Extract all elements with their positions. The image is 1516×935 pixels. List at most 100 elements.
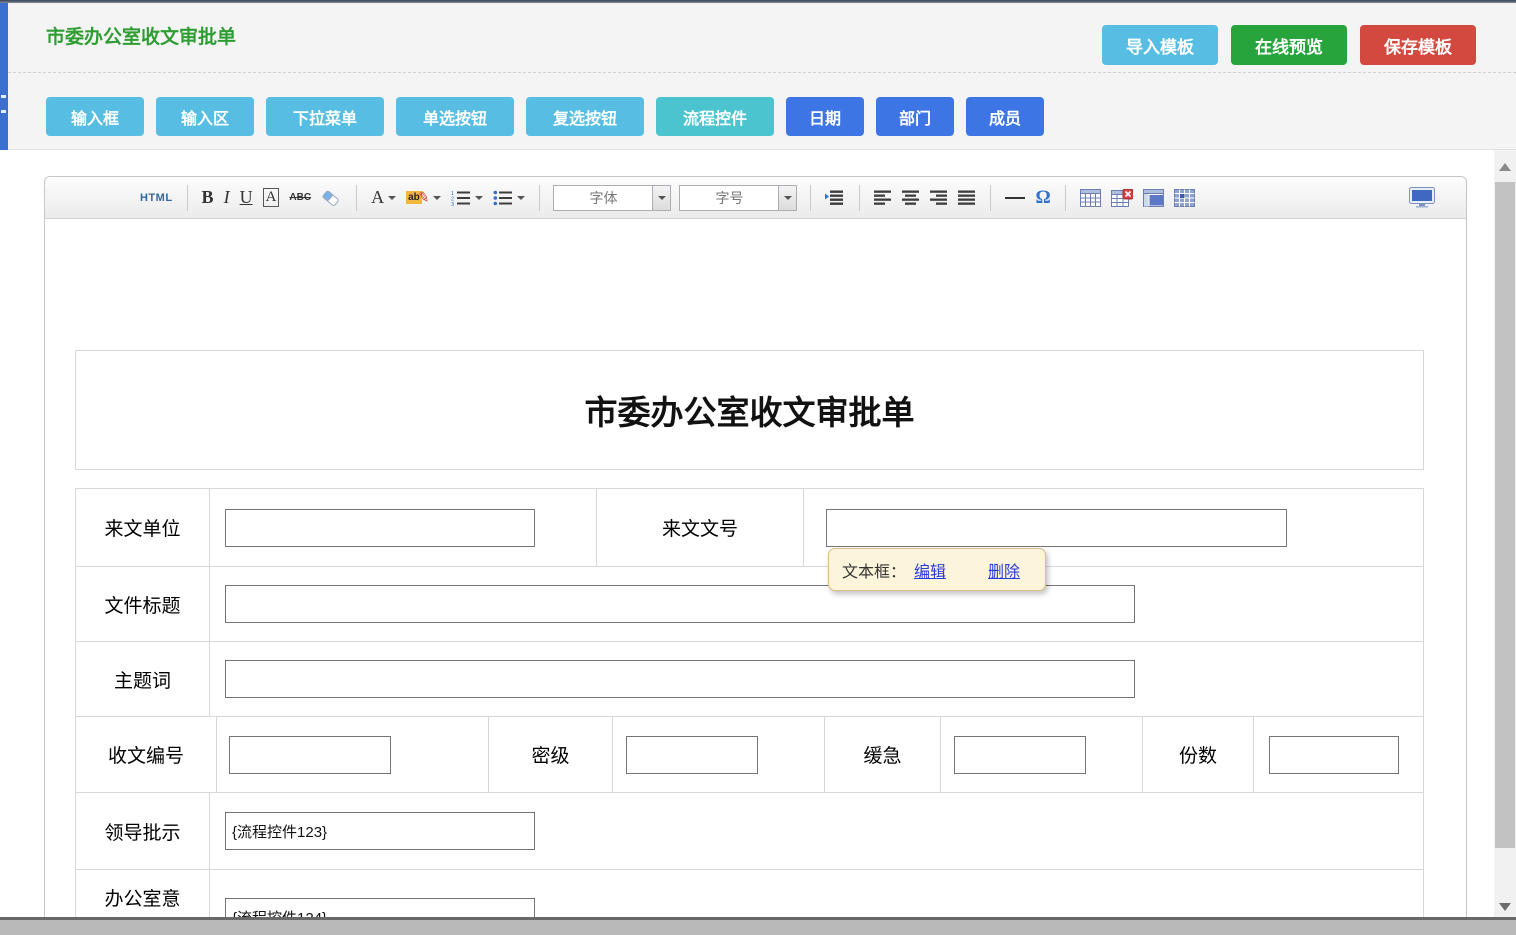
- underline-button[interactable]: U: [240, 187, 253, 208]
- control-button-department[interactable]: 部门: [876, 97, 954, 136]
- table-cell: [613, 717, 825, 792]
- toolbar-separator: [859, 185, 860, 211]
- align-center-button[interactable]: [902, 190, 920, 205]
- form-label-doc-number: 来文文号: [597, 489, 804, 566]
- align-center-icon: [902, 190, 920, 205]
- align-left-button[interactable]: [874, 190, 892, 205]
- delete-table-icon: [1111, 189, 1133, 207]
- chevron-down-icon: [784, 196, 792, 204]
- scroll-down-icon: [1499, 903, 1511, 917]
- scroll-up-button[interactable]: [1494, 156, 1516, 178]
- online-preview-button[interactable]: 在线预览: [1231, 25, 1347, 65]
- control-button-dropdown[interactable]: 下拉菜单: [266, 97, 384, 136]
- justify-button[interactable]: [958, 190, 976, 205]
- toolbar-separator: [810, 185, 811, 211]
- control-button-checkbox[interactable]: 复选按钮: [526, 97, 644, 136]
- insert-table-button[interactable]: [1080, 189, 1101, 207]
- align-right-button[interactable]: [930, 190, 948, 205]
- special-char-button[interactable]: Ω: [1035, 187, 1050, 209]
- document-title-block: 市委办公室收文审批单: [75, 350, 1424, 470]
- control-button-input-area[interactable]: 输入区: [156, 97, 254, 136]
- italic-button[interactable]: I: [224, 187, 230, 208]
- window-top-edge: [0, 0, 1516, 3]
- control-button-member[interactable]: 成员: [966, 97, 1044, 136]
- input-keywords[interactable]: [225, 660, 1135, 698]
- font-size-dropdown-button[interactable]: [778, 186, 796, 210]
- scrollbar-thumb[interactable]: [1495, 182, 1515, 848]
- toolbar-separator: [539, 185, 540, 211]
- scroll-up-icon: [1499, 157, 1511, 171]
- editor-canvas[interactable]: 市委办公室收文审批单 来文单位 来文文号 文件标题 主题词: [45, 220, 1466, 934]
- justify-icon: [958, 190, 976, 205]
- table-properties-button[interactable]: [1143, 189, 1164, 207]
- font-size-select[interactable]: 字号: [679, 185, 797, 211]
- table-row: 收文编号 密级 缓急 份数: [76, 717, 1423, 793]
- page-title: 市委办公室收文审批单: [46, 3, 236, 73]
- page: 市委办公室收文审批单 导入模板 在线预览 保存模板 输入框 输入区 下拉菜单 单…: [0, 0, 1516, 935]
- control-button-date[interactable]: 日期: [786, 97, 864, 136]
- tooltip-label: 文本框：: [842, 558, 906, 582]
- input-leader-comments[interactable]: [225, 812, 535, 850]
- form-label-security-level: 密级: [489, 717, 613, 792]
- control-button-flow-control[interactable]: 流程控件: [656, 97, 774, 136]
- control-button-input-box[interactable]: 输入框: [46, 97, 144, 136]
- eraser-button[interactable]: [321, 188, 342, 208]
- table-cell: [210, 489, 597, 566]
- table-row: 领导批示: [76, 793, 1423, 870]
- svg-text:3: 3: [451, 202, 454, 206]
- toolbar-separator: [356, 185, 357, 211]
- form-label-doc-title: 文件标题: [76, 567, 210, 641]
- insert-table-icon: [1080, 189, 1101, 207]
- window-bottom-edge: [0, 917, 1516, 935]
- import-template-button[interactable]: 导入模板: [1102, 25, 1218, 65]
- cell-properties-button[interactable]: [1174, 189, 1195, 207]
- boxed-text-button[interactable]: A: [263, 188, 280, 207]
- html-source-button[interactable]: HTML: [140, 192, 173, 204]
- document-title: 市委办公室收文审批单: [585, 386, 915, 434]
- horizontal-rule-button[interactable]: [1005, 197, 1025, 199]
- ordered-list-icon: 123: [451, 190, 471, 206]
- chevron-down-icon: [658, 196, 666, 204]
- indent-icon: [825, 190, 845, 205]
- form-label-urgency: 缓急: [825, 717, 941, 792]
- chevron-down-icon: [388, 196, 396, 204]
- table-cell: [210, 642, 1423, 716]
- cell-properties-icon: [1174, 189, 1195, 207]
- table-row: 来文单位 来文文号: [76, 489, 1423, 567]
- pencil-icon: ✎: [416, 188, 431, 207]
- page-scrollbar: [1494, 150, 1516, 935]
- input-security-level[interactable]: [626, 736, 758, 774]
- font-family-select[interactable]: 字体: [553, 185, 671, 211]
- strikethrough-button[interactable]: ABC: [289, 192, 311, 203]
- table-cell: [217, 717, 489, 792]
- ordered-list-button[interactable]: 123: [451, 190, 483, 206]
- rich-text-editor: HTML B I U A ABC A ab✎ 123 字体: [44, 176, 1467, 935]
- input-doc-number[interactable]: [826, 509, 1287, 547]
- control-button-radio[interactable]: 单选按钮: [396, 97, 514, 136]
- chevron-down-icon: [517, 196, 525, 204]
- fullscreen-button[interactable]: [1409, 187, 1435, 208]
- table-properties-icon: [1143, 189, 1164, 207]
- input-urgency[interactable]: [954, 736, 1086, 774]
- bold-button[interactable]: B: [202, 187, 214, 208]
- edit-link[interactable]: 编辑: [914, 558, 946, 582]
- table-row: 文件标题: [76, 567, 1423, 642]
- input-copies[interactable]: [1269, 736, 1399, 774]
- header-title-row: 市委办公室收文审批单 导入模板 在线预览 保存模板: [8, 3, 1516, 73]
- scroll-down-button[interactable]: [1494, 899, 1516, 915]
- input-source-unit[interactable]: [225, 509, 535, 547]
- indent-button[interactable]: [825, 190, 845, 205]
- eraser-icon: [321, 188, 342, 208]
- form-label-source-unit: 来文单位: [76, 489, 210, 566]
- highlight-button[interactable]: ab✎: [406, 189, 441, 206]
- input-receipt-number[interactable]: [229, 736, 391, 774]
- delete-table-button[interactable]: [1111, 189, 1133, 207]
- toolbar-separator: [990, 185, 991, 211]
- font-family-dropdown-button[interactable]: [652, 186, 670, 210]
- save-template-button[interactable]: 保存模板: [1360, 25, 1476, 65]
- delete-link[interactable]: 删除: [988, 558, 1020, 582]
- chevron-down-icon: [433, 196, 441, 204]
- font-color-button[interactable]: A: [371, 187, 396, 208]
- table-row: 主题词: [76, 642, 1423, 717]
- unordered-list-button[interactable]: [493, 190, 525, 206]
